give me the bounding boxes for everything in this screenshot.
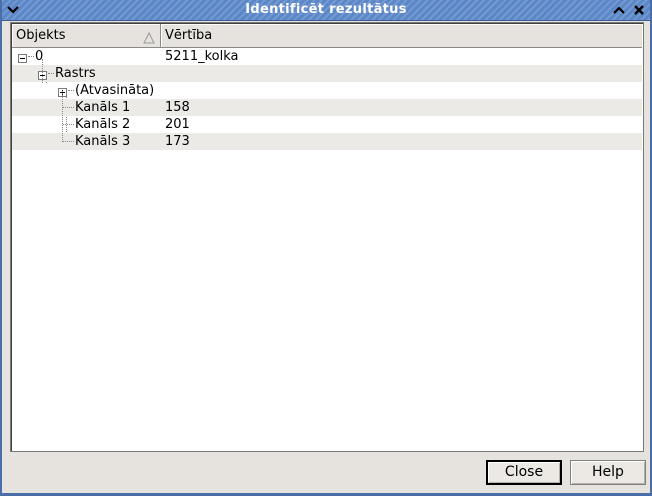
tree-item-label: (Atvasināta) <box>75 83 155 98</box>
tree-connector <box>42 59 43 83</box>
tree-item-value: 173 <box>165 134 190 149</box>
close-button[interactable]: Close <box>486 460 562 485</box>
tree-connector <box>63 124 74 125</box>
results-tree-view[interactable]: Objekts Vērtība 0 5211_kolka Rastrs (Atv… <box>10 22 644 452</box>
tree-connector <box>68 90 74 91</box>
tree-connector <box>62 91 63 142</box>
tree-row[interactable]: Rastrs <box>12 65 642 82</box>
window-title: Identificēt rezultātus <box>245 2 407 17</box>
tree-item-label: Kanāls 3 <box>75 134 131 149</box>
column-header-object-label: Objekts <box>16 28 66 43</box>
close-icon[interactable] <box>630 1 648 18</box>
tree-connector <box>28 56 34 57</box>
tree-row[interactable]: Kanāls 2 201 <box>12 116 642 133</box>
tree-item-value: 201 <box>165 117 190 132</box>
dialog-window: Identificēt rezultātus Objekts Vērtība 0… <box>0 0 652 496</box>
column-header-value[interactable]: Vērtība <box>161 24 643 47</box>
tree-row[interactable]: 0 5211_kolka <box>12 48 642 65</box>
maximize-chevron-up-icon[interactable] <box>610 1 628 18</box>
help-button[interactable]: Help <box>570 460 646 485</box>
tree-header: Objekts Vērtība <box>12 24 642 48</box>
tree-item-label: Kanāls 1 <box>75 100 131 115</box>
column-header-object[interactable]: Objekts <box>12 24 161 47</box>
tree-row[interactable]: Kanāls 1 158 <box>12 99 642 116</box>
tree-connector <box>63 141 74 142</box>
tree-row[interactable]: Kanāls 3 173 <box>12 133 642 150</box>
tree-item-value: 158 <box>165 100 190 115</box>
tree-item-label: Kanāls 2 <box>75 117 131 132</box>
collapse-icon[interactable] <box>18 52 27 63</box>
tree-row[interactable]: (Atvasināta) <box>12 82 642 99</box>
tree-connector <box>48 73 54 74</box>
tree-item-label: Rastrs <box>55 66 96 81</box>
tree-item-value: 5211_kolka <box>165 49 239 64</box>
tree-connector <box>63 107 74 108</box>
title-bar[interactable]: Identificēt rezultātus <box>2 0 650 21</box>
column-header-value-label: Vērtība <box>165 28 213 43</box>
